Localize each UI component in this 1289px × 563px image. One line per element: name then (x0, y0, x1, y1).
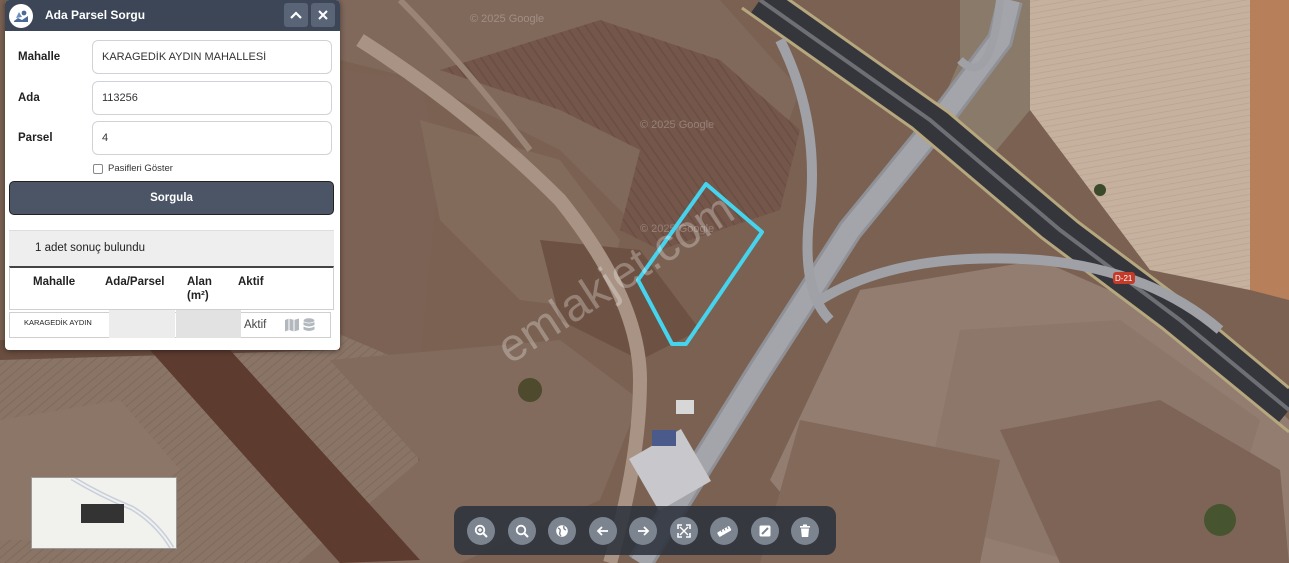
arrow-left-icon[interactable] (588, 516, 617, 545)
col-mahalle: Mahalle (33, 276, 76, 288)
pasifleri-checkbox[interactable] (93, 163, 103, 174)
fullscreen-icon[interactable] (669, 516, 698, 545)
parsel-row: Parsel (5, 121, 340, 157)
parsel-input[interactable] (92, 121, 332, 155)
row-ada-parsel-redacted (109, 310, 175, 338)
table-row[interactable]: KARAGEDİK AYDIN Aktif (9, 310, 331, 338)
mahalle-label: Mahalle (18, 51, 61, 63)
map-parcel-icon (9, 4, 33, 28)
col-aktif: Aktif (238, 276, 264, 288)
parsel-label: Parsel (18, 132, 53, 144)
globe-icon[interactable] (548, 516, 576, 545)
zoom-in-icon[interactable] (467, 516, 495, 545)
mahalle-row: Mahalle (5, 40, 340, 76)
panel-title: Ada Parsel Sorgu (45, 8, 146, 22)
result-count-text: 1 adet sonuç bulundu (35, 242, 145, 254)
pasifleri-label: Pasifleri Göster (108, 163, 173, 174)
sorgula-button[interactable]: Sorgula (9, 181, 334, 215)
ruler-icon[interactable] (710, 516, 738, 545)
ada-parsel-panel: Ada Parsel Sorgu Mahalle Ada Parsel Pasi… (5, 0, 340, 350)
pasifleri-toggle[interactable]: Pasifleri Göster (93, 163, 173, 174)
database-icon[interactable] (303, 318, 317, 332)
col-ada-parsel: Ada/Parsel (105, 276, 165, 288)
draw-icon[interactable] (750, 516, 779, 545)
overview-minimap[interactable] (31, 477, 177, 549)
chevron-up-icon[interactable] (284, 3, 308, 27)
ada-row: Ada (5, 81, 340, 117)
close-icon[interactable] (311, 3, 335, 27)
arrow-right-icon[interactable] (629, 516, 657, 545)
google-watermark: © 2025 Google (470, 13, 544, 25)
mahalle-input[interactable] (92, 40, 332, 74)
trash-icon[interactable] (791, 516, 819, 545)
col-alan: Alan (m²) (187, 276, 212, 302)
minimap-viewport (81, 504, 124, 523)
result-table-header: Mahalle Ada/Parsel Alan (m²) Aktif (9, 266, 334, 310)
ada-label: Ada (18, 92, 40, 104)
svg-text:© 2025 Google: © 2025 Google (640, 119, 714, 131)
map-toolbar (454, 506, 836, 555)
row-mahalle: KARAGEDİK AYDIN (24, 318, 92, 327)
row-aktif: Aktif (244, 319, 267, 331)
ada-input[interactable] (92, 81, 332, 115)
result-summary: 1 adet sonuç bulundu (9, 230, 334, 267)
map-icon[interactable] (284, 318, 299, 332)
panel-header: Ada Parsel Sorgu (5, 0, 340, 31)
zoom-out-icon[interactable] (507, 516, 536, 545)
row-alan-redacted (176, 310, 241, 338)
road-sign-label: D-21 (1115, 274, 1133, 283)
